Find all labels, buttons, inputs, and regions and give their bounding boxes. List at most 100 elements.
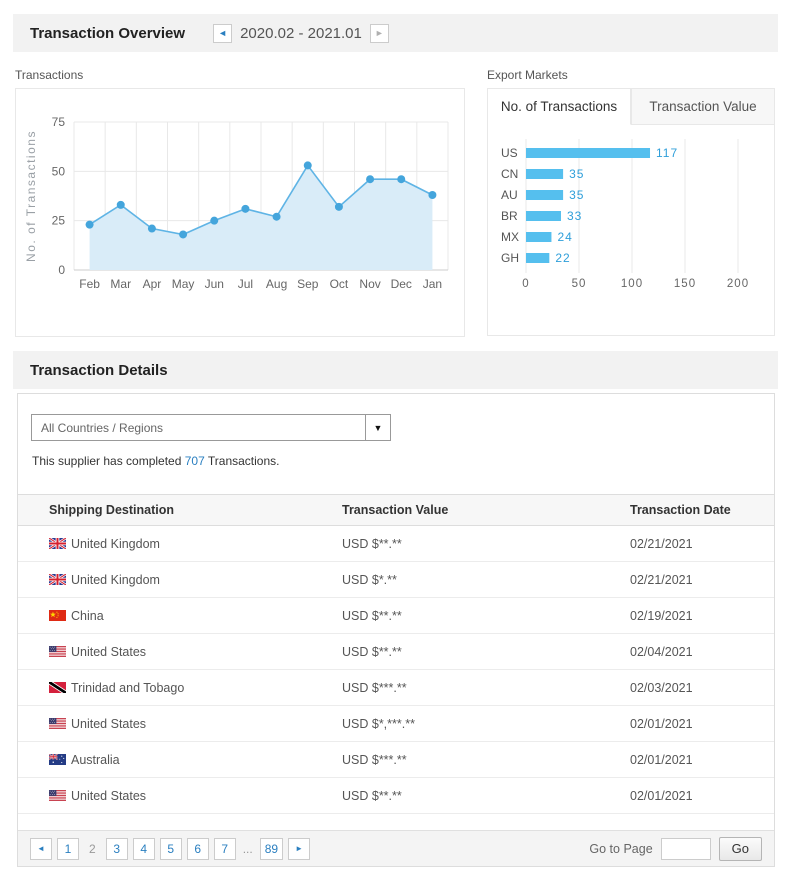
transaction-value-cell: USD $**.** xyxy=(341,525,629,562)
svg-text:Sep: Sep xyxy=(297,277,319,291)
country-filter-dropdown[interactable]: All Countries / Regions ▼ xyxy=(31,414,391,441)
svg-text:BR: BR xyxy=(501,209,518,223)
transactions-chart-label: Transactions xyxy=(15,68,84,82)
svg-text:150: 150 xyxy=(674,278,696,290)
chevron-right-icon: ► xyxy=(374,27,384,38)
column-transaction-date: Transaction Date xyxy=(629,494,774,526)
svg-text:0: 0 xyxy=(522,278,529,290)
details-header-bar: Transaction Details xyxy=(13,351,778,389)
date-range-label: 2020.02 - 2021.01 xyxy=(240,24,362,42)
export-markets-section: Export Markets No. of Transactions Trans… xyxy=(487,52,775,337)
page-button-7[interactable]: 7 xyxy=(213,837,236,860)
svg-text:AU: AU xyxy=(501,188,518,202)
country-name: Trinidad and Tobago xyxy=(71,680,185,695)
page-button-4[interactable]: 4 xyxy=(132,837,155,860)
svg-text:0: 0 xyxy=(58,263,65,277)
tab-no-of-transactions[interactable]: No. of Transactions xyxy=(488,89,631,125)
transaction-date-cell: 02/01/2021 xyxy=(629,705,774,742)
table-row: Australia USD $***.** 02/01/2021 xyxy=(18,741,774,778)
date-range-nav: ◄ 2020.02 - 2021.01 ► xyxy=(213,23,389,43)
page-button-1[interactable]: 1 xyxy=(57,837,79,860)
chevron-left-icon: ◄ xyxy=(37,844,45,853)
transaction-date-cell: 02/03/2021 xyxy=(629,669,774,706)
shipping-destination-cell: United States xyxy=(18,777,341,814)
table-header: Shipping Destination Transaction Value T… xyxy=(18,494,774,526)
svg-text:50: 50 xyxy=(572,278,587,290)
export-markets-panel: No. of Transactions Transaction Value 0 5… xyxy=(487,88,775,336)
transaction-date-cell: 02/21/2021 xyxy=(629,525,774,562)
country-filter-value: All Countries / Regions xyxy=(41,420,164,435)
svg-text:No. of Transactions: No. of Transactions xyxy=(24,130,38,262)
prev-period-button[interactable]: ◄ xyxy=(213,23,233,43)
us-flag-icon xyxy=(49,645,66,657)
page-current: 2 xyxy=(89,841,96,856)
country-name: United Kingdom xyxy=(71,536,160,551)
svg-text:100: 100 xyxy=(621,278,643,290)
svg-text:Apr: Apr xyxy=(143,277,162,291)
pagination-prev-button[interactable]: ◄ xyxy=(30,837,52,860)
svg-text:GH: GH xyxy=(501,251,519,265)
shipping-destination-cell: United Kingdom xyxy=(18,561,341,598)
table-row: United Kingdom USD $**.** 02/21/2021 xyxy=(18,525,774,562)
transactions-table: Shipping Destination Transaction Value T… xyxy=(18,494,774,814)
page-button-5[interactable]: 5 xyxy=(159,837,182,860)
country-name: United States xyxy=(71,716,147,731)
tab-transaction-value[interactable]: Transaction Value xyxy=(631,89,774,125)
table-row: United Kingdom USD $*.** 02/21/2021 xyxy=(18,561,774,598)
transaction-value-cell: USD $**.** xyxy=(341,633,629,670)
transaction-value-cell: USD $**.** xyxy=(341,777,629,814)
export-markets-tabs: No. of Transactions Transaction Value xyxy=(488,89,774,125)
svg-text:Nov: Nov xyxy=(359,277,380,291)
country-name: United States xyxy=(71,644,147,659)
us-flag-icon xyxy=(49,789,66,801)
svg-text:24: 24 xyxy=(557,230,572,244)
transactions-count-link[interactable]: 707 xyxy=(185,454,205,468)
next-period-button[interactable]: ► xyxy=(369,23,389,43)
export-markets-bar-chart: 0 50 100 150 200 US 117 CN 35 AU 35 BR 33 MX 24 GH 22 xyxy=(501,139,748,290)
svg-text:Aug: Aug xyxy=(266,277,287,291)
pagination-next-button[interactable]: ► xyxy=(288,837,311,860)
page-button-6[interactable]: 6 xyxy=(186,837,209,860)
column-shipping-destination: Shipping Destination xyxy=(18,494,341,526)
pagination-bar: ◄ 1 2 3 4 5 6 7... 89 ► Go to Page Go xyxy=(18,830,774,866)
goto-page-input[interactable] xyxy=(660,837,711,860)
transactions-chart-panel: 0 25 50 75 Feb Mar Apr May Jun Jul Aug Sep Oct Nov Dec… xyxy=(15,88,465,337)
details-filters: All Countries / Regions ▼ This supplier … xyxy=(18,394,774,468)
export-markets-label: Export Markets xyxy=(487,68,568,82)
shipping-destination-cell: China xyxy=(18,597,341,634)
page-button-3[interactable]: 3 xyxy=(105,837,128,860)
shipping-destination-cell: United Kingdom xyxy=(18,525,341,562)
transaction-value-cell: USD $**.** xyxy=(341,597,629,634)
svg-text:75: 75 xyxy=(52,115,66,129)
chevron-right-icon: ► xyxy=(295,844,304,853)
go-button[interactable]: Go xyxy=(718,836,762,861)
shipping-destination-cell: Australia xyxy=(18,741,341,778)
summary-suffix: Transactions. xyxy=(204,454,280,468)
svg-text:MX: MX xyxy=(501,230,519,244)
page-buttons: ◄ 1 2 3 4 5 6 7... 89 ► xyxy=(30,837,311,860)
chevron-left-icon: ◄ xyxy=(218,27,228,38)
au-flag-icon xyxy=(49,753,66,765)
shipping-destination-cell: Trinidad and Tobago xyxy=(18,669,341,706)
page-ellipsis: ... xyxy=(242,841,253,856)
shipping-destination-cell: United States xyxy=(18,705,341,742)
transaction-date-cell: 02/01/2021 xyxy=(629,741,774,778)
svg-text:50: 50 xyxy=(52,164,66,178)
table-row: United States USD $**.** 02/01/2021 xyxy=(18,777,774,814)
svg-text:May: May xyxy=(172,277,195,291)
transaction-value-cell: USD $***.** xyxy=(341,669,629,706)
svg-text:33: 33 xyxy=(567,209,582,223)
transaction-details-panel: All Countries / Regions ▼ This supplier … xyxy=(17,393,775,867)
page-button-89[interactable]: 89 xyxy=(259,837,284,860)
svg-text:35: 35 xyxy=(569,167,584,181)
svg-text:117: 117 xyxy=(656,146,678,160)
svg-text:Jul: Jul xyxy=(238,277,253,291)
transaction-date-cell: 02/21/2021 xyxy=(629,561,774,598)
svg-text:Jan: Jan xyxy=(423,277,442,291)
country-name: China xyxy=(71,608,104,623)
country-name: Australia xyxy=(71,752,120,767)
summary-prefix: This supplier has completed xyxy=(32,454,185,468)
svg-text:22: 22 xyxy=(555,251,570,265)
overview-title: Transaction Overview xyxy=(30,24,186,42)
table-row: China USD $**.** 02/19/2021 xyxy=(18,597,774,634)
